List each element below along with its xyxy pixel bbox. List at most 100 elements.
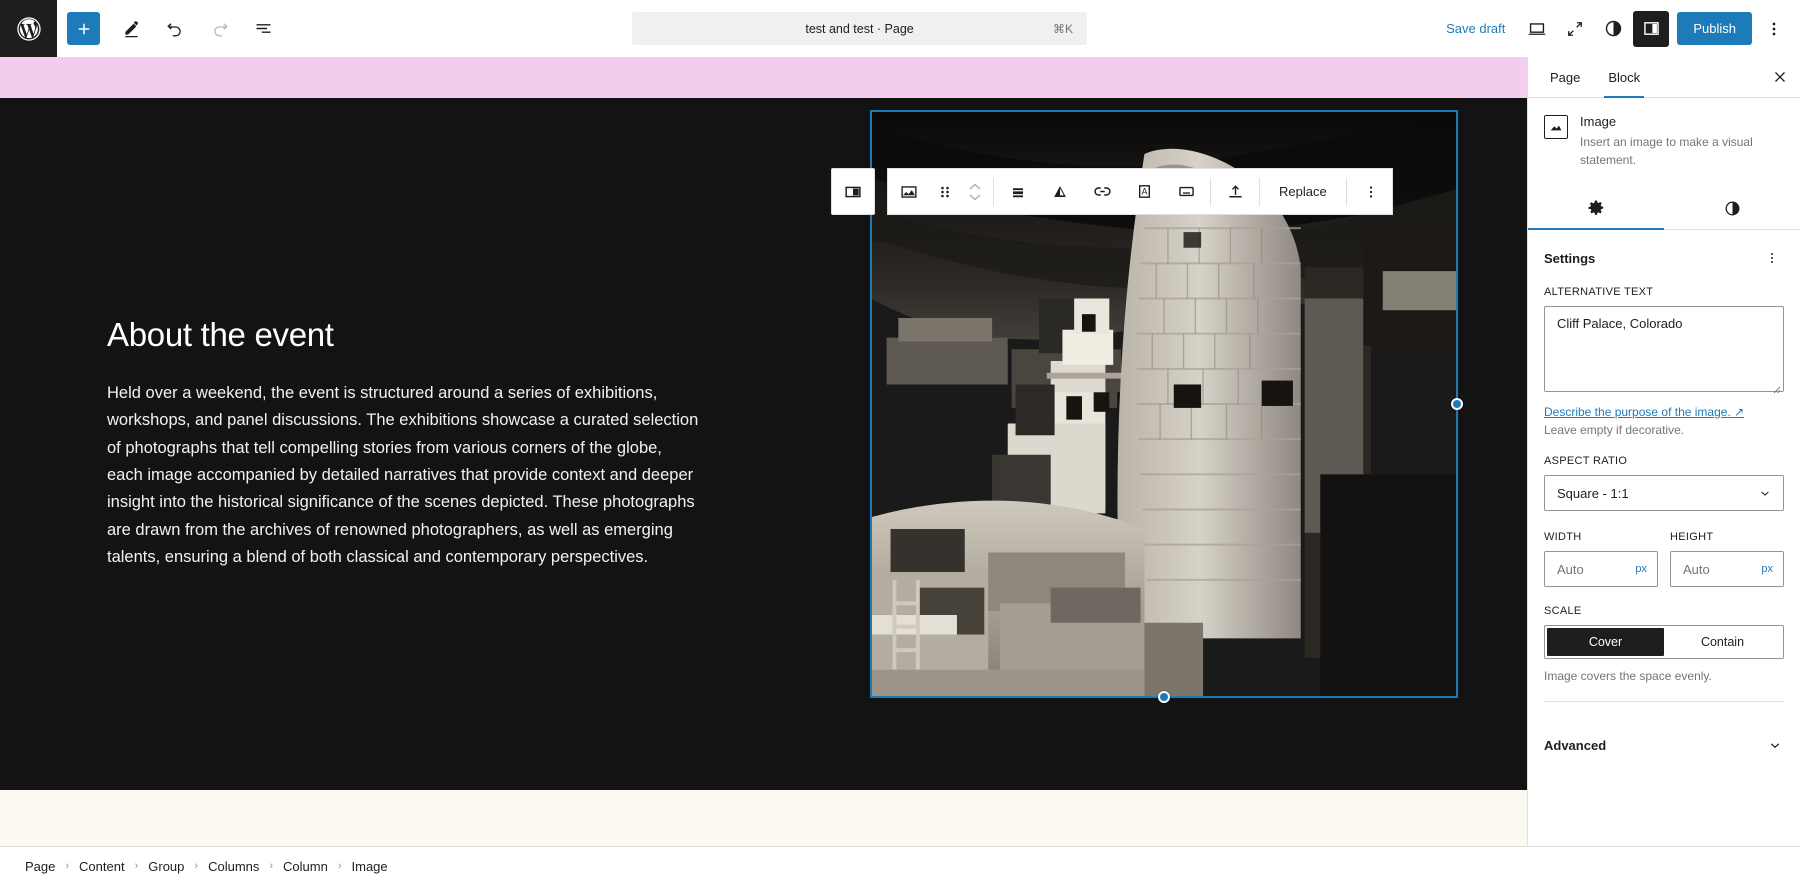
sidebar-subtabs xyxy=(1528,187,1800,230)
advanced-panel-toggle[interactable]: Advanced xyxy=(1528,718,1800,772)
save-draft-button[interactable]: Save draft xyxy=(1434,15,1517,42)
settings-header: Settings xyxy=(1544,246,1784,270)
settings-title: Settings xyxy=(1544,250,1596,266)
breadcrumb-item-columns[interactable]: Columns xyxy=(204,857,263,876)
drag-handle-button[interactable] xyxy=(930,169,960,214)
image-block-icon-button[interactable] xyxy=(888,169,930,214)
aspect-ratio-select[interactable]: Square - 1:1 xyxy=(1544,475,1784,511)
wordpress-logo-button[interactable] xyxy=(0,0,57,57)
settings-options-button[interactable] xyxy=(1760,246,1784,270)
toolbar-divider-4 xyxy=(1345,177,1347,206)
alt-text-help-link[interactable]: Describe the purpose of the image. ↗ xyxy=(1544,405,1744,419)
header-center: test and test · Page ⌘K xyxy=(285,12,1434,45)
resize-handle-bottom[interactable] xyxy=(1157,691,1170,703)
view-device-button[interactable] xyxy=(1519,11,1555,47)
resize-handle-right[interactable] xyxy=(1450,398,1463,410)
breadcrumb-separator: › xyxy=(269,860,274,872)
breadcrumb-item-page[interactable]: Page xyxy=(21,857,59,876)
block-options-button[interactable] xyxy=(1350,169,1392,214)
dimensions-row: WIDTH Auto px HEIGHT Auto px xyxy=(1544,531,1784,587)
laptop-icon xyxy=(1529,22,1546,35)
block-type-group xyxy=(831,168,875,215)
expand-icon xyxy=(1568,21,1583,36)
svg-text:A: A xyxy=(1141,187,1147,197)
breadcrumb-item-group[interactable]: Group xyxy=(144,857,188,876)
command-shortcut: ⌘K xyxy=(1053,21,1074,36)
block-description: Insert an image to make a visual stateme… xyxy=(1580,135,1753,167)
sidebar-tabs: Page Block xyxy=(1528,57,1800,98)
list-view-icon xyxy=(256,24,270,33)
width-field-group: WIDTH Auto px xyxy=(1544,531,1658,587)
alt-text-help-link-label: Describe the purpose of the image. xyxy=(1544,405,1731,419)
gear-icon xyxy=(1588,200,1604,215)
page-paragraph[interactable]: Held over a weekend, the event is struct… xyxy=(107,380,699,572)
breadcrumb-separator: › xyxy=(194,860,199,872)
chevron-down-icon xyxy=(1761,491,1769,496)
upload-icon xyxy=(1228,185,1242,198)
header-right-tools: Save draft Publish xyxy=(1434,10,1800,47)
image-icon xyxy=(1544,115,1568,139)
toolbar-divider xyxy=(993,177,994,206)
close-sidebar-button[interactable] xyxy=(1760,57,1800,97)
width-label: WIDTH xyxy=(1544,531,1582,543)
block-type-toggle[interactable] xyxy=(832,169,874,214)
width-input[interactable]: Auto px xyxy=(1544,551,1658,587)
move-updown-button[interactable] xyxy=(960,169,990,214)
tab-block[interactable]: Block xyxy=(1594,57,1654,98)
footer-cream-section xyxy=(0,790,1527,846)
height-unit: px xyxy=(1761,563,1773,575)
add-block-button[interactable] xyxy=(67,12,100,45)
breadcrumb-separator: › xyxy=(65,860,70,872)
pink-header-band xyxy=(0,57,1527,98)
styles-subtab[interactable] xyxy=(1664,187,1800,229)
breadcrumb: Page › Content › Group › Columns › Colum… xyxy=(0,846,1800,885)
undo-button[interactable] xyxy=(153,7,197,51)
image-glyph-icon xyxy=(1550,125,1562,131)
scale-segmented-control: Cover Contain xyxy=(1544,625,1784,659)
align-center-icon xyxy=(1013,187,1023,197)
redo-icon xyxy=(213,23,228,37)
tab-page[interactable]: Page xyxy=(1536,57,1594,97)
width-placeholder: Auto xyxy=(1557,561,1584,577)
add-text-over-image-button[interactable]: A xyxy=(1123,169,1165,214)
undo-icon xyxy=(166,23,181,37)
upload-button[interactable] xyxy=(1214,169,1256,214)
alt-text-label: ALTERNATIVE TEXT xyxy=(1544,286,1654,298)
align-button[interactable] xyxy=(997,169,1039,214)
alt-text-wrap xyxy=(1544,306,1784,397)
settings-subtab[interactable] xyxy=(1528,187,1664,230)
filter-duotone-button[interactable] xyxy=(1039,169,1081,214)
width-unit: px xyxy=(1635,563,1647,575)
scale-note: Image covers the space evenly. xyxy=(1544,669,1712,683)
toolbar-divider-2 xyxy=(1210,177,1211,206)
link-button[interactable] xyxy=(1081,169,1123,214)
caption-icon xyxy=(1178,186,1194,197)
document-title-bar[interactable]: test and test · Page ⌘K xyxy=(632,12,1088,45)
plus-icon xyxy=(78,23,89,34)
breadcrumb-item-column[interactable]: Column xyxy=(279,857,332,876)
styles-contrast-button[interactable] xyxy=(1595,11,1631,47)
height-label: HEIGHT xyxy=(1670,531,1714,543)
alt-text-input[interactable] xyxy=(1544,306,1784,392)
document-overview-button[interactable] xyxy=(241,7,285,51)
breadcrumb-item-content[interactable]: Content xyxy=(75,857,129,876)
replace-button[interactable]: Replace xyxy=(1263,169,1343,214)
edit-tool-button[interactable] xyxy=(109,7,153,51)
page-heading[interactable]: About the event xyxy=(107,316,764,353)
header-left-tools xyxy=(57,7,285,51)
scale-option-contain[interactable]: Contain xyxy=(1664,628,1781,656)
close-icon xyxy=(1775,72,1785,82)
publish-button[interactable]: Publish xyxy=(1677,12,1752,45)
caption-button[interactable] xyxy=(1165,169,1207,214)
height-placeholder: Auto xyxy=(1683,561,1710,577)
sidebar-panel-icon xyxy=(1644,22,1659,35)
aspect-ratio-value: Square - 1:1 xyxy=(1557,485,1629,501)
zoom-out-button[interactable] xyxy=(1557,11,1593,47)
height-input[interactable]: Auto px xyxy=(1670,551,1784,587)
external-link-icon: ↗ xyxy=(1734,405,1745,419)
breadcrumb-item-image[interactable]: Image xyxy=(348,857,392,876)
settings-sidebar-toggle[interactable] xyxy=(1633,10,1670,47)
scale-option-cover[interactable]: Cover xyxy=(1547,628,1664,656)
options-menu-button[interactable] xyxy=(1756,11,1792,47)
redo-button[interactable] xyxy=(197,7,241,51)
